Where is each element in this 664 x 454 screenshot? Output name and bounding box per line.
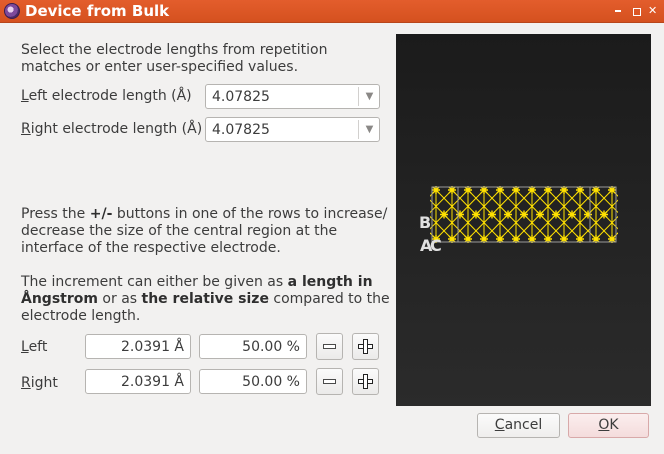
right-percent-value[interactable]: 50.00 % bbox=[242, 374, 300, 390]
bold-text: a length in bbox=[287, 274, 373, 290]
right-length-value[interactable]: 2.0391 Å bbox=[121, 374, 184, 390]
structure-canvas[interactable]: B A C bbox=[396, 34, 651, 406]
left-minus-button[interactable] bbox=[316, 333, 343, 360]
accel-key: L bbox=[21, 339, 29, 355]
help-line: interface of the respective electrode. bbox=[21, 240, 281, 256]
atom bbox=[472, 210, 480, 219]
ok-button[interactable]: OK bbox=[568, 413, 649, 438]
atom bbox=[600, 210, 608, 219]
right-electrode-length-label: Right electrode length (Å) bbox=[21, 121, 202, 137]
left-electrode-length-label: Left electrode length (Å) bbox=[21, 88, 192, 104]
accel-key: L bbox=[21, 88, 29, 104]
button-label: K bbox=[609, 417, 619, 433]
bond bbox=[611, 232, 618, 240]
label-text: eft bbox=[28, 339, 48, 355]
minus-icon bbox=[323, 379, 336, 384]
help-line: The increment can either be given as a l… bbox=[21, 274, 391, 291]
plus-icon bbox=[358, 339, 373, 354]
right-electrode-length-value[interactable]: 4.07825 bbox=[212, 122, 270, 138]
structure-viewer[interactable]: B A C bbox=[396, 34, 651, 406]
bold-text: +/- bbox=[89, 206, 113, 222]
label-text: eft electrode length (Å) bbox=[28, 88, 192, 104]
right-plus-button[interactable] bbox=[352, 368, 379, 395]
bold-text: the relative size bbox=[141, 291, 269, 307]
atom bbox=[584, 210, 592, 219]
bold-text: Ångstrom bbox=[21, 291, 98, 307]
atom-lattice bbox=[430, 186, 618, 243]
label-text: ight electrode length (Å) bbox=[30, 121, 203, 137]
axis-label-b: B bbox=[419, 213, 431, 232]
right-row-label: Right bbox=[21, 375, 58, 391]
left-plus-button[interactable] bbox=[352, 333, 379, 360]
help-line: Press the +/- buttons in one of the rows… bbox=[21, 206, 391, 223]
cancel-button[interactable]: Cancel bbox=[477, 413, 560, 438]
atom bbox=[456, 210, 464, 219]
help-line: Ångstrom or as the relative size compare… bbox=[21, 291, 391, 308]
right-percent-field[interactable]: 50.00 % bbox=[199, 369, 307, 394]
minus-icon bbox=[323, 344, 336, 349]
electrode-intro-text: Select the electrode lengths from repeti… bbox=[21, 42, 391, 76]
app-icon bbox=[4, 3, 20, 19]
left-row-label: Left bbox=[21, 339, 47, 355]
accel-key: C bbox=[494, 417, 505, 433]
atom bbox=[520, 210, 528, 219]
right-electrode-length-combo[interactable]: 4.07825 ▼ bbox=[205, 117, 380, 142]
accel-key: R bbox=[21, 121, 31, 137]
axis-label-c: C bbox=[430, 236, 442, 255]
text: Press the bbox=[21, 206, 90, 222]
combo-separator bbox=[358, 87, 359, 106]
central-region-help-text: Press the +/- buttons in one of the rows… bbox=[21, 206, 391, 257]
label-text: ight bbox=[30, 375, 58, 391]
combo-separator bbox=[358, 120, 359, 139]
intro-line: Select the electrode lengths from repeti… bbox=[21, 42, 328, 58]
bond bbox=[611, 189, 618, 197]
increment-help-text: The increment can either be given as a l… bbox=[21, 274, 391, 325]
intro-line: matches or enter user-specified values. bbox=[21, 59, 299, 75]
right-length-field[interactable]: 2.0391 Å bbox=[85, 369, 191, 394]
button-label: ancel bbox=[504, 417, 543, 433]
right-minus-button[interactable] bbox=[316, 368, 343, 395]
atom bbox=[568, 210, 576, 219]
chevron-down-icon[interactable]: ▼ bbox=[362, 90, 377, 104]
left-length-field[interactable]: 2.0391 Å bbox=[85, 334, 191, 359]
left-electrode-length-combo[interactable]: 4.07825 ▼ bbox=[205, 84, 380, 109]
atom bbox=[504, 210, 512, 219]
plus-icon bbox=[358, 374, 373, 389]
maximize-icon[interactable] bbox=[628, 3, 644, 19]
close-icon[interactable] bbox=[646, 3, 662, 19]
left-percent-field[interactable]: 50.00 % bbox=[199, 334, 307, 359]
help-line: electrode length. bbox=[21, 308, 141, 324]
left-electrode-length-value[interactable]: 4.07825 bbox=[212, 89, 270, 105]
text: or as bbox=[97, 291, 142, 307]
left-length-value[interactable]: 2.0391 Å bbox=[121, 339, 184, 355]
text: buttons in one of the rows to increase/ bbox=[112, 206, 388, 222]
accel-key: O bbox=[598, 417, 610, 433]
title-bar[interactable]: Device from Bulk bbox=[0, 0, 664, 23]
window-title: Device from Bulk bbox=[25, 2, 170, 20]
atom bbox=[536, 210, 544, 219]
atom bbox=[552, 210, 560, 219]
atom bbox=[488, 210, 496, 219]
restore-icon[interactable] bbox=[610, 3, 626, 19]
text: compared to the bbox=[268, 291, 390, 307]
help-line: decrease the size of the central region … bbox=[21, 223, 338, 239]
atom bbox=[440, 210, 448, 219]
chevron-down-icon[interactable]: ▼ bbox=[362, 123, 377, 137]
accel-key: R bbox=[21, 375, 31, 391]
left-percent-value[interactable]: 50.00 % bbox=[242, 339, 300, 355]
text: The increment can either be given as bbox=[21, 274, 288, 290]
